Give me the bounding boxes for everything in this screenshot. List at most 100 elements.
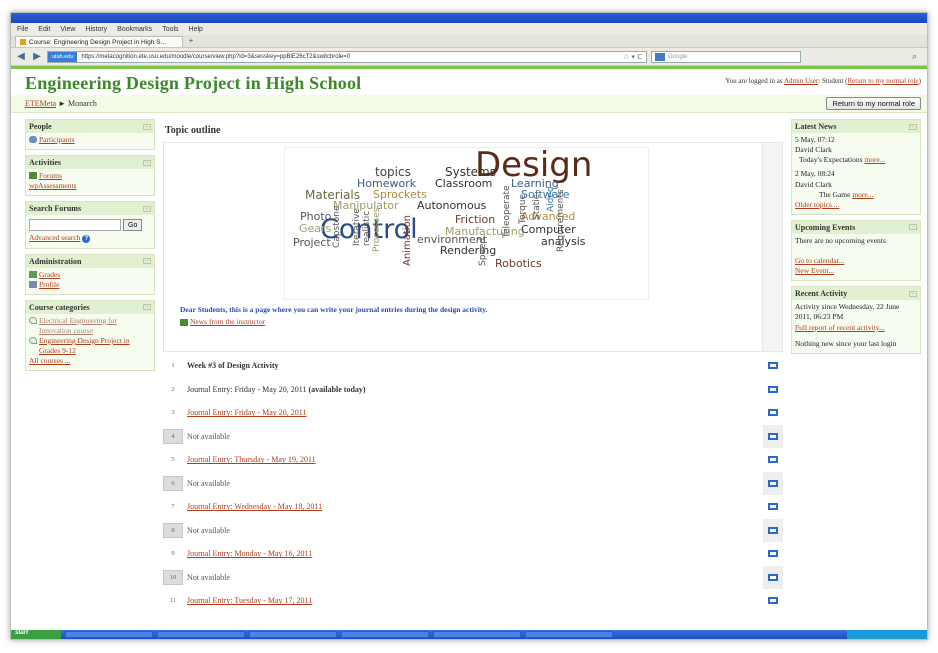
section-icon-cell (763, 424, 783, 448)
browser-tab-active[interactable]: Course: Engineering Design Project in Hi… (15, 36, 183, 47)
taskbar-item[interactable] (249, 631, 337, 638)
address-bar[interactable]: utah.edu https://metacognition.ete.usu.e… (47, 50, 647, 63)
full-report-link[interactable]: Full report of recent activity... (795, 323, 885, 332)
news-forum-link[interactable]: News from the instructor (190, 317, 265, 326)
section-side-column (762, 143, 782, 351)
journal-entry-link[interactable]: Journal Entry: Wednesday - May 18, 2011 (187, 502, 322, 511)
section-summary: Journal Entry: Wednesday - May 18, 2011 (183, 502, 763, 511)
taskbar-item[interactable] (341, 631, 429, 638)
show-section-icon[interactable] (768, 456, 778, 464)
show-section-icon[interactable] (768, 409, 778, 417)
taskbar-item[interactable] (157, 631, 245, 638)
section-zero: Design Control topics Systems Homework Classr… (163, 142, 783, 352)
return-normal-role-button[interactable]: Return to my normal role (826, 97, 921, 110)
older-topics-link[interactable]: Older topics ... (795, 200, 839, 209)
availability-note: (available today) (306, 384, 366, 394)
forums-link[interactable]: Forums (39, 171, 62, 181)
grades-link[interactable]: Grades (39, 270, 60, 280)
admin-block-header: Administration – (26, 254, 154, 268)
block-toggle-icon[interactable]: – (143, 123, 151, 130)
system-tray (847, 630, 927, 639)
new-tab-button[interactable]: + (185, 36, 197, 47)
block-toggle-icon[interactable]: – (143, 258, 151, 264)
show-section-icon[interactable] (768, 385, 778, 393)
word-cloud-word: Static (532, 194, 542, 220)
new-event-link[interactable]: New Event... (795, 266, 834, 275)
people-block-header: People – (26, 120, 154, 133)
menu-view[interactable]: View (60, 26, 75, 33)
menu-tools[interactable]: Tools (162, 26, 178, 33)
block-toggle-icon[interactable]: – (143, 159, 151, 166)
category-link-electrical[interactable]: Electrical Engineering for Innovation co… (39, 316, 151, 336)
taskbar-item[interactable] (433, 631, 521, 638)
login-middle: : Student ( (818, 77, 848, 85)
journal-entry-link[interactable]: Journal Entry: Tuesday - May 17, 2011 (187, 596, 312, 605)
forum-search-input[interactable] (29, 219, 121, 232)
search-go-button[interactable]: Go (123, 219, 143, 232)
recent-block-body: Activity since Wednesday, 22 June 2011, … (792, 300, 920, 353)
browser-search-input[interactable]: Google (651, 50, 801, 63)
site-identity-button[interactable]: utah.edu (48, 51, 78, 62)
wpassessments-link[interactable]: wpAssessments (29, 181, 77, 190)
start-button[interactable]: start (11, 630, 61, 639)
word-cloud-word: Speed (478, 237, 488, 266)
participants-link[interactable]: Participants (39, 135, 74, 145)
news-more-link[interactable]: more... (852, 190, 873, 199)
breadcrumb-separator: ► (58, 99, 67, 108)
word-cloud-word: Robotics (495, 257, 542, 270)
category-link-engineering-design[interactable]: Engineering Design Project in Grades 9-1… (39, 336, 151, 356)
show-section-icon[interactable] (768, 503, 778, 511)
journal-entry-link[interactable]: Journal Entry: Monday - May 16, 2011 (187, 549, 312, 558)
reload-icon[interactable]: ☆ ▾ C (623, 53, 642, 61)
taskbar-item[interactable] (65, 631, 153, 638)
show-section-icon[interactable] (768, 432, 778, 440)
show-section-icon[interactable] (768, 362, 778, 370)
forward-arrow-icon[interactable]: ▶ (31, 51, 43, 62)
show-section-icon[interactable] (768, 479, 778, 487)
block-toggle-icon[interactable]: – (909, 123, 917, 130)
show-section-icon[interactable] (768, 550, 778, 558)
word-cloud-word: realistic (362, 210, 372, 246)
recent-block-title: Recent Activity (795, 289, 848, 299)
block-toggle-icon[interactable]: – (909, 224, 917, 231)
menu-help[interactable]: Help (189, 26, 203, 33)
block-toggle-icon[interactable]: – (909, 290, 917, 297)
menu-history[interactable]: History (85, 26, 107, 33)
nothing-new-text: Nothing new since your last login (795, 338, 897, 348)
block-toggle-icon[interactable]: – (143, 304, 151, 311)
help-icon[interactable]: ? (82, 234, 91, 243)
show-section-icon[interactable] (768, 526, 778, 534)
block-toggle-icon[interactable]: – (143, 205, 151, 212)
return-role-link[interactable]: Return to my normal role (848, 77, 919, 85)
news-more-link[interactable]: more... (864, 155, 885, 164)
category-icon (29, 337, 37, 344)
breadcrumb-home-link[interactable]: ETEMeta (25, 99, 56, 108)
menu-bookmarks[interactable]: Bookmarks (117, 26, 152, 33)
course-section-row: 3 Journal Entry: Friday - May 20, 2011 (163, 401, 783, 425)
show-section-icon[interactable] (768, 573, 778, 581)
window-titlebar[interactable] (11, 13, 927, 23)
section-summary: Journal Entry: Friday - May 20, 2011 (av… (183, 385, 763, 394)
word-cloud-word: Computer (521, 223, 576, 236)
calendar-link[interactable]: Go to calendar... (795, 256, 844, 265)
profile-link[interactable]: Profile (39, 280, 59, 290)
section-number: 8 (163, 522, 183, 538)
back-arrow-icon[interactable]: ◀ (15, 51, 27, 62)
word-cloud-word: Gears (299, 222, 332, 235)
news-date: 2 May, 08:24 (795, 169, 835, 179)
all-courses-link[interactable]: All courses ... (29, 356, 70, 365)
advanced-search-link[interactable]: Advanced search (29, 233, 80, 242)
journal-entry-link[interactable]: Journal Entry: Thursday - May 19, 2011 (187, 455, 316, 464)
menu-file[interactable]: File (17, 26, 28, 33)
word-cloud-word: Requirements (556, 189, 566, 252)
course-categories-block: Course categories – Electrical Engineeri… (25, 299, 155, 372)
magnifier-icon[interactable]: ⌕ (912, 52, 917, 62)
categories-block-header: Course categories – (26, 300, 154, 314)
search-engine-icon[interactable] (655, 52, 665, 61)
show-section-icon[interactable] (768, 597, 778, 605)
taskbar-item[interactable] (525, 631, 613, 638)
journal-entry-link[interactable]: Journal Entry: Friday - May 20, 2011 (187, 408, 306, 417)
login-suffix: ) (918, 77, 921, 85)
menu-edit[interactable]: Edit (38, 26, 50, 33)
user-link[interactable]: Admin User (784, 77, 818, 85)
